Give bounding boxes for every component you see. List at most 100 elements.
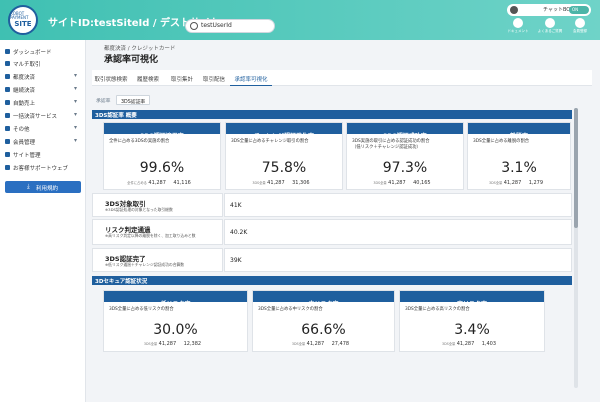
card-description: 3DS全量に占める高リスクの割合 (405, 307, 470, 312)
card-low-risk-rate: 低リスク率 3DS全量に占める低リスクの割合 30.0% 3DS全量 41,28… (103, 290, 248, 352)
faq-button[interactable]: よくあるご質問 (535, 18, 565, 34)
download-icon: ⤓ (27, 183, 30, 190)
tab-approval-visualization[interactable]: 承認率可視化 (230, 70, 272, 86)
card-value: 97.3% (382, 160, 428, 176)
chevron-down-icon: ▾ (74, 85, 78, 92)
bulk-icon (5, 113, 10, 118)
section-3ds-status: 3Dセキュア認証状況 (92, 276, 572, 285)
card-counts: 3DS全量 41,287 1,403 (441, 341, 497, 347)
sidebar-item-bulk[interactable]: 一括決済サービス ▾ (0, 110, 86, 121)
sidebar-item-multi[interactable]: マルチ取引 (0, 58, 86, 69)
chevron-down-icon: ▾ (74, 72, 78, 79)
site-admin-icon (5, 152, 10, 157)
faq-label: よくあるご質問 (537, 29, 563, 33)
multi-icon (5, 61, 10, 66)
row-risk-pass-value: 40.2K (224, 219, 572, 245)
card-mid-risk-rate: 中リスク率 3DS全量に占める中リスクの割合 66.6% 3DS全量 41,28… (252, 290, 395, 352)
sidebar-item-members[interactable]: 会員管理 ▾ (0, 136, 86, 147)
tab-delivery[interactable]: 取引配信 (198, 70, 230, 86)
sidebar: ダッシュボード マルチ取引 都度決済 ▾ 継続決済 ▾ 自動売上 ▾ 一括決済サ… (0, 40, 86, 402)
document-label: ドキュメント (507, 29, 529, 33)
row-note: ※低リスク通過＋チャレンジ認証成功の合算数 (105, 262, 185, 267)
card-counts: 全件に占める 41,287 41,116 (127, 180, 191, 186)
card-counts: 3DS全量 41,287 27,478 (291, 341, 350, 347)
card-high-risk-rate: 高リスク率 3DS全量に占める高リスクの割合 3.4% 3DS全量 41,287… (399, 290, 545, 352)
subtab-3ds-rate[interactable]: 3DS認証率 (116, 95, 151, 105)
card-drop-rate: 離脱率 3DS全量に占める離脱の割合 3.1% 3DS全量 41,287 1,2… (467, 122, 571, 190)
site-logo[interactable]: ROBOT PAYMENT SITE (8, 5, 38, 35)
sidebar-item-label: 都度決済 (13, 75, 36, 81)
section-title: 3Dセキュア認証状況 (95, 279, 148, 285)
search-icon (190, 22, 198, 30)
chevron-down-icon: ▾ (74, 111, 78, 118)
card-description-2: （低リスク＋チャレンジ認証成功） (352, 145, 421, 150)
row-3ds-target-value: 41K (224, 193, 572, 217)
card-counts: 3DS全量 41,287 1,279 (488, 180, 544, 186)
app-header: ROBOT PAYMENT SITE サイトID:testSiteId / デス… (0, 0, 600, 40)
scrollbar-thumb[interactable] (574, 108, 578, 228)
onetime-icon (5, 74, 10, 79)
members-icon (5, 139, 10, 144)
tab-history-search[interactable]: 履歴検索 (130, 70, 166, 86)
section-3ds-overview: 3DS認証率 概要 (92, 110, 572, 119)
card-value: 3.4% (454, 322, 490, 338)
sidebar-item-site-admin[interactable]: サイト管理 (0, 149, 86, 160)
sidebar-item-label: マルチ取引 (13, 62, 41, 68)
sidebar-item-label: 継続決済 (13, 88, 36, 94)
recurring-icon (5, 87, 10, 92)
document-button[interactable]: ドキュメント (503, 18, 533, 34)
sidebar-item-dashboard[interactable]: ダッシュボード (0, 46, 86, 57)
breadcrumb: 都度決済 / クレジットカード (104, 46, 176, 52)
tab-aggregate[interactable]: 取引集計 (166, 70, 198, 86)
logo-text-main: SITE (14, 20, 32, 28)
user-button[interactable]: 会員登録 (565, 18, 595, 34)
dashboard-icon (5, 49, 10, 54)
card-description: 3DS全量に占める低リスクの割合 (109, 307, 174, 312)
chatbot-icon (510, 6, 518, 14)
other-icon (5, 126, 10, 131)
row-3ds-complete-value: 39K (224, 248, 572, 272)
sidebar-item-auto-sales[interactable]: 自動売上 ▾ (0, 97, 86, 108)
card-value: 66.6% (301, 322, 346, 338)
chatbot-toggle-label: ON (572, 7, 579, 12)
user-label: 会員登録 (573, 29, 587, 33)
card-description: 3DS全量に占めるチャレンジ取引の割合 (231, 139, 309, 144)
card-counts: 3DS全量 41,287 40,165 (373, 180, 431, 186)
sidebar-item-onetime[interactable]: 都度決済 ▾ (0, 71, 86, 82)
row-note: ※3DS認証処理の対象となった取引総数 (105, 207, 173, 212)
sidebar-item-label: ダッシュボード (13, 50, 52, 56)
card-value: 99.6% (139, 160, 185, 176)
sidebar-item-other[interactable]: その他 ▾ (0, 123, 86, 134)
chevron-down-icon: ▾ (74, 124, 78, 131)
row-risk-pass: リスク判定通過 ※高リスク判定以降の離脱を除く、加工取り込みと数 (92, 219, 223, 245)
tab-bar: 取引状態検索 履歴検索 取引集計 取引配信 承認率可視化 (92, 70, 592, 86)
chevron-down-icon: ▾ (74, 137, 78, 144)
chatbot-toggle[interactable]: ON (569, 6, 589, 14)
terms-button[interactable]: ⤓ 利用規約 (5, 181, 81, 193)
faq-icon (545, 18, 555, 28)
card-description: 3DS全量に占める離脱の割合 (473, 139, 530, 144)
card-value: 3.1% (501, 160, 537, 176)
row-3ds-target: 3DS対象取引 ※3DS認証処理の対象となった取引総数 (92, 193, 223, 217)
card-challenge-rate: チャレンジ認証発生率 3DS全量に占めるチャレンジ取引の割合 75.8% 3DS… (225, 122, 343, 190)
chevron-down-icon: ▾ (74, 98, 78, 105)
search-value: testUserId (201, 22, 232, 29)
logo-text-top: ROBOT PAYMENT (10, 11, 29, 20)
card-description: 3DS全量に占める中リスクの割合 (258, 307, 323, 312)
sidebar-item-label: お客様サポートウェブ (13, 166, 69, 172)
tab-status-search[interactable]: 取引状態検索 (92, 70, 130, 86)
auto-sales-icon (5, 100, 10, 105)
user-icon (575, 18, 585, 28)
card-description: 全件に占める3DSの実施の割合 (109, 139, 170, 144)
sidebar-item-support[interactable]: お客様サポートウェブ (0, 162, 86, 173)
card-3ds-applied-rate: 3DS認証適用率 全件に占める3DSの実施の割合 99.6% 全件に占める 41… (103, 122, 221, 190)
content-scrollbar[interactable] (574, 108, 578, 388)
sidebar-item-label: 自動売上 (13, 101, 36, 107)
subtab-approval-rate[interactable]: 承認率 (92, 95, 114, 105)
chatbot-control[interactable]: チャットBOT ON (507, 4, 591, 16)
card-counts: 3DS全量 41,287 12,382 (143, 341, 202, 347)
sidebar-item-recurring[interactable]: 継続決済 ▾ (0, 84, 86, 95)
row-note: ※高リスク判定以降の離脱を除く、加工取り込みと数 (105, 233, 196, 238)
page-title: 承認率可視化 (104, 55, 159, 65)
search-input[interactable]: testUserId (185, 19, 275, 33)
